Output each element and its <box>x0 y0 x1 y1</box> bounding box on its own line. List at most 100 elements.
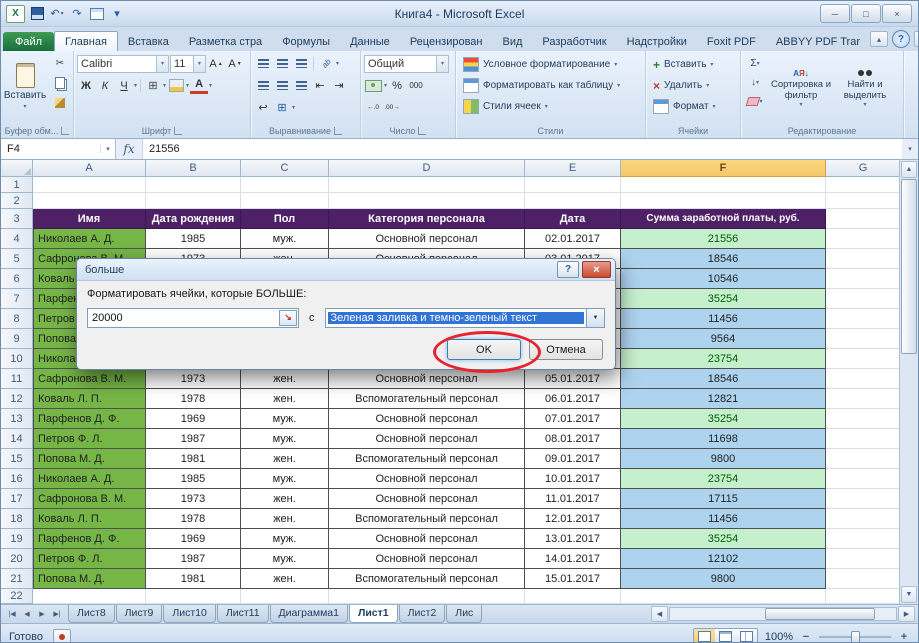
row-header-2[interactable]: 2 <box>1 193 33 209</box>
cell[interactable] <box>826 269 899 289</box>
percent-format-button[interactable] <box>388 77 406 94</box>
row-header-19[interactable]: 19 <box>1 529 33 549</box>
sheet-tab-Лист10[interactable]: Лист10 <box>163 605 216 623</box>
cell[interactable] <box>826 509 899 529</box>
cell[interactable] <box>826 209 899 229</box>
cell-gender[interactable]: жен. <box>241 509 329 529</box>
cell[interactable] <box>146 177 241 193</box>
cell[interactable] <box>826 409 899 429</box>
cell[interactable] <box>525 589 621 604</box>
cell[interactable] <box>826 329 899 349</box>
row-header-8[interactable]: 8 <box>1 309 33 329</box>
cell[interactable] <box>826 249 899 269</box>
cell-birth-year[interactable]: 1987 <box>146 429 241 449</box>
align-left-button[interactable] <box>254 77 272 94</box>
cell-salary[interactable]: 17115 <box>621 489 826 509</box>
dialog-close-button[interactable]: × <box>582 261 611 278</box>
table-header-cell[interactable]: Имя <box>33 209 146 229</box>
alignment-group-label[interactable]: Выравнивание <box>251 124 360 138</box>
zoom-slider-thumb[interactable] <box>851 631 860 643</box>
cell-category[interactable]: Вспомогательный персонал <box>329 569 525 589</box>
cell[interactable] <box>621 589 826 604</box>
cell[interactable] <box>329 589 525 604</box>
number-group-label[interactable]: Число <box>361 124 455 138</box>
last-sheet-button[interactable]: ▶| <box>50 608 64 621</box>
row-header-13[interactable]: 13 <box>1 409 33 429</box>
paste-button[interactable]: Вставить ▾ <box>4 54 46 118</box>
cell-salary[interactable]: 18546 <box>621 369 826 389</box>
cell-category[interactable]: Основной персонал <box>329 369 525 389</box>
clear-button[interactable]: ▾ <box>744 92 766 110</box>
merge-center-button[interactable] <box>273 99 291 116</box>
column-header-B[interactable]: B <box>146 160 241 177</box>
cell-salary[interactable]: 11456 <box>621 309 826 329</box>
column-header-G[interactable]: G <box>826 160 899 177</box>
formula-bar-expand-icon[interactable]: ▾ <box>902 139 918 159</box>
cell-date[interactable]: 10.01.2017 <box>525 469 621 489</box>
orientation-button[interactable] <box>317 55 335 72</box>
cell-salary[interactable]: 23754 <box>621 349 826 369</box>
dialog-launcher-icon[interactable] <box>334 127 342 135</box>
cell[interactable] <box>241 193 329 209</box>
sheet-tab-Лист8[interactable]: Лист8 <box>68 605 115 623</box>
cell-date[interactable]: 15.01.2017 <box>525 569 621 589</box>
cell-date[interactable]: 06.01.2017 <box>525 389 621 409</box>
cell[interactable] <box>826 349 899 369</box>
format-painter-button[interactable] <box>49 94 71 112</box>
cell[interactable] <box>621 193 826 209</box>
cell-salary[interactable]: 12821 <box>621 389 826 409</box>
ribbon-tab-Вставка[interactable]: Вставка <box>118 32 179 51</box>
cell-salary[interactable]: 12102 <box>621 549 826 569</box>
name-box[interactable]: F4 ▾ <box>1 139 116 159</box>
formula-input[interactable]: 21556 <box>143 139 902 159</box>
row-header-1[interactable]: 1 <box>1 177 33 193</box>
vertical-scrollbar[interactable]: ▲ ▼ <box>899 160 918 604</box>
cell-gender[interactable]: муж. <box>241 529 329 549</box>
table-header-cell[interactable]: Дата <box>525 209 621 229</box>
row-header-22[interactable]: 22 <box>1 589 33 604</box>
dialog-launcher-icon[interactable] <box>174 127 182 135</box>
workbook-minimize-button[interactable]: ─ <box>914 31 919 47</box>
cell-salary[interactable]: 21556 <box>621 229 826 249</box>
cell-date[interactable]: 14.01.2017 <box>525 549 621 569</box>
currency-format-button[interactable] <box>364 77 383 94</box>
cell-salary[interactable]: 11456 <box>621 509 826 529</box>
help-button[interactable]: ? <box>892 30 910 48</box>
copy-button[interactable] <box>49 74 71 92</box>
italic-button[interactable]: К <box>96 77 114 94</box>
row-header-4[interactable]: 4 <box>1 229 33 249</box>
cell[interactable] <box>525 193 621 209</box>
cell-name[interactable]: Сафронова В. М. <box>33 369 146 389</box>
sheet-tab-Лист11[interactable]: Лист11 <box>217 605 269 623</box>
row-header-7[interactable]: 7 <box>1 289 33 309</box>
editing-group-label[interactable]: Редактирование <box>741 124 903 138</box>
cancel-button[interactable]: Отмена <box>529 339 603 360</box>
cell-gender[interactable]: муж. <box>241 229 329 249</box>
cell[interactable] <box>826 177 899 193</box>
minimize-ribbon-icon[interactable]: ▴ <box>870 31 888 47</box>
cut-button[interactable] <box>49 54 71 72</box>
cell-date[interactable]: 08.01.2017 <box>525 429 621 449</box>
align-top-button[interactable] <box>254 55 272 72</box>
cell-category[interactable]: Основной персонал <box>329 429 525 449</box>
cell[interactable] <box>826 193 899 209</box>
cell-birth-year[interactable]: 1987 <box>146 549 241 569</box>
cell[interactable] <box>33 589 146 604</box>
cell-salary[interactable]: 35254 <box>621 409 826 429</box>
bold-button[interactable]: Ж <box>77 77 95 94</box>
thousands-separator-button[interactable]: 000 <box>407 77 425 94</box>
cell-birth-year[interactable]: 1985 <box>146 469 241 489</box>
row-header-10[interactable]: 10 <box>1 349 33 369</box>
ribbon-tab-Вид[interactable]: Вид <box>493 32 533 51</box>
cell-gender[interactable]: жен. <box>241 489 329 509</box>
decrease-font-size-button[interactable]: ▼ <box>226 55 244 72</box>
cell[interactable] <box>329 193 525 209</box>
cell-salary[interactable]: 23754 <box>621 469 826 489</box>
ribbon-tab-Формулы[interactable]: Формулы <box>272 32 340 51</box>
cell-name[interactable]: Коваль Л. П. <box>33 389 146 409</box>
font-group-label[interactable]: Шрифт <box>74 124 250 138</box>
clipboard-group-label[interactable]: Буфер обм... <box>1 124 73 138</box>
cell-name[interactable]: Коваль Л. П. <box>33 509 146 529</box>
cell-salary[interactable]: 10546 <box>621 269 826 289</box>
sheet-tab-Лист9[interactable]: Лист9 <box>116 605 163 623</box>
